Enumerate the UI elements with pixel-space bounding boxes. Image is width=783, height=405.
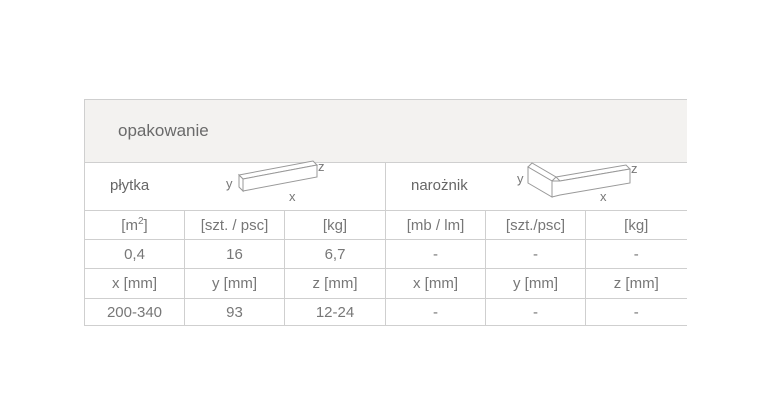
value-cell: - [584, 239, 687, 269]
dim-header-cell: x [mm] [84, 268, 185, 299]
unit-area: [m2] [84, 210, 185, 240]
dim-value-cell: 93 [184, 298, 285, 326]
corner-label: narożnik [411, 177, 468, 194]
dim-value-cell: 200-340 [84, 298, 185, 326]
dim-header-cell: y [mm] [184, 268, 285, 299]
tile-axis-y: y [226, 176, 233, 191]
corner-axis-y: y [517, 171, 524, 186]
packaging-table-container: opakowanie płytka y z x narożnik y z x [… [83, 99, 687, 326]
corner-axis-z: z [631, 161, 638, 176]
unit-corner-weight: [kg] [584, 210, 687, 240]
values-row: 0,4 16 6,7 - - - [84, 239, 687, 269]
tile-cell: płytka y z x [84, 159, 386, 211]
tile-axis-z: z [318, 159, 325, 174]
dim-value-cell: - [485, 298, 586, 326]
corner-axis-x: x [600, 189, 607, 204]
unit-weight: [kg] [284, 210, 386, 240]
unit-corner-pieces: [szt./psc] [485, 210, 586, 240]
value-cell: 16 [184, 239, 285, 269]
units-row: [m2] [szt. / psc] [kg] [mb / lm] [szt./p… [84, 210, 687, 240]
dim-header-cell: y [mm] [485, 268, 586, 299]
dim-header-cell: z [mm] [284, 268, 386, 299]
value-cell: 0,4 [84, 239, 185, 269]
dim-value-cell: - [385, 298, 486, 326]
packaging-table: opakowanie płytka y z x narożnik y z x [… [83, 99, 687, 326]
corner-shape-icon: y z x [517, 161, 638, 204]
corner-cell: narożnik y z x [384, 161, 687, 211]
value-cell: - [485, 239, 586, 269]
dim-value-cell: 12-24 [284, 298, 386, 326]
tile-axis-x: x [289, 189, 296, 204]
dim-header-cell: z [mm] [584, 268, 687, 299]
tile-label: płytka [110, 177, 150, 194]
unit-running-meters: [mb / lm] [385, 210, 486, 240]
dimensions-header-row: x [mm] y [mm] z [mm] x [mm] y [mm] z [mm… [84, 268, 687, 299]
value-cell: 6,7 [284, 239, 386, 269]
tile-shape-icon: y z x [226, 159, 325, 204]
product-type-row: płytka y z x narożnik y z x [84, 159, 687, 211]
dim-header-cell: x [mm] [385, 268, 486, 299]
unit-pieces: [szt. / psc] [184, 210, 285, 240]
value-cell: - [385, 239, 486, 269]
dimensions-values-row: 200-340 93 12-24 - - - [84, 298, 687, 326]
dim-value-cell: - [584, 298, 687, 326]
